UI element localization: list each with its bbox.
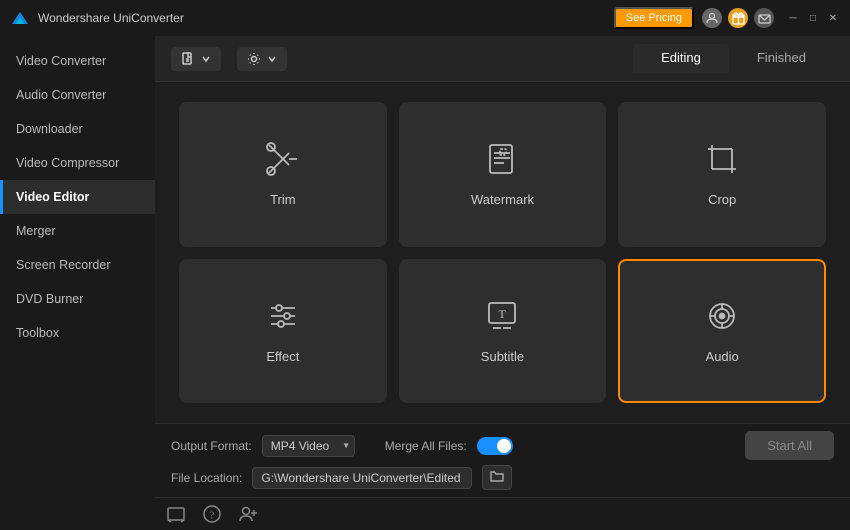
trim-icon [265,141,301,182]
watermark-label: Watermark [471,192,534,207]
subtitle-icon: T [484,298,520,339]
tabs: Editing Finished [633,44,834,73]
watermark-card[interactable]: Watermark [399,102,607,247]
folder-icon [490,469,504,483]
settings-button[interactable] [237,47,287,71]
app-title: Wondershare UniConverter [38,11,614,25]
user-avatar-icon[interactable] [702,8,722,28]
trim-card[interactable]: Trim [179,102,387,247]
window-controls: ─ □ ✕ [786,11,840,25]
file-location-input[interactable] [252,467,472,489]
tab-finished[interactable]: Finished [729,44,834,73]
maximize-button[interactable]: □ [806,11,820,25]
file-icon [181,52,195,66]
audio-card[interactable]: Audio [618,259,826,404]
file-location-label: File Location: [171,471,242,485]
output-format-row: Output Format: MP4 Video Merge All Files… [171,431,834,460]
effect-label: Effect [266,349,299,364]
bottom-controls: Output Format: MP4 Video Merge All Files… [155,423,850,497]
crop-label: Crop [708,192,736,207]
close-button[interactable]: ✕ [826,11,840,25]
effect-icon [265,298,301,339]
settings-icon [247,52,261,66]
trim-label: Trim [270,192,296,207]
footer-bar: ? [155,497,850,530]
merge-toggle[interactable] [477,437,513,455]
sidebar-item-video-converter[interactable]: Video Converter [0,44,155,78]
title-bar-icons [702,8,774,28]
preview-icon[interactable] [165,503,187,525]
audio-label: Audio [706,349,739,364]
pricing-button[interactable]: See Pricing [614,7,694,29]
crop-card[interactable]: Crop [618,102,826,247]
dropdown-arrow-icon [201,54,211,64]
minimize-button[interactable]: ─ [786,11,800,25]
gift-icon[interactable] [728,8,748,28]
sidebar-item-audio-converter[interactable]: Audio Converter [0,78,155,112]
toolbar: Editing Finished [155,36,850,82]
sidebar: Video Converter Audio Converter Download… [0,36,155,530]
body-area: Video Converter Audio Converter Download… [0,36,850,530]
sidebar-item-video-compressor[interactable]: Video Compressor [0,146,155,180]
audio-icon [704,298,740,339]
app-window: Wondershare UniConverter See Pricing [0,0,850,530]
tab-editing[interactable]: Editing [633,44,729,73]
svg-text:T: T [499,307,507,321]
file-location-row: File Location: [171,465,834,490]
dropdown-arrow-2-icon [267,54,277,64]
subtitle-card[interactable]: T Subtitle [399,259,607,404]
output-format-label: Output Format: [171,439,252,453]
add-person-icon[interactable] [237,503,259,525]
svg-text:?: ? [210,511,215,522]
merge-label: Merge All Files: [385,439,467,453]
subtitle-label: Subtitle [481,349,524,364]
content-main: Editing Finished [155,36,850,530]
title-bar: Wondershare UniConverter See Pricing [0,0,850,36]
editor-tools-grid: Trim Watermark [155,82,850,423]
start-all-button[interactable]: Start All [745,431,834,460]
output-format-select[interactable]: MP4 Video [262,435,355,457]
sidebar-item-toolbox[interactable]: Toolbox [0,316,155,350]
mail-icon[interactable] [754,8,774,28]
output-format-select-wrapper: MP4 Video [262,435,355,457]
browse-folder-button[interactable] [482,465,512,490]
sidebar-item-screen-recorder[interactable]: Screen Recorder [0,248,155,282]
effect-card[interactable]: Effect [179,259,387,404]
sidebar-item-video-editor[interactable]: Video Editor [0,180,155,214]
app-logo [10,8,30,28]
add-files-button[interactable] [171,47,221,71]
help-icon[interactable]: ? [201,503,223,525]
sidebar-item-downloader[interactable]: Downloader [0,112,155,146]
sidebar-item-merger[interactable]: Merger [0,214,155,248]
crop-icon [704,141,740,182]
sidebar-item-dvd-burner[interactable]: DVD Burner [0,282,155,316]
watermark-icon [484,141,520,182]
